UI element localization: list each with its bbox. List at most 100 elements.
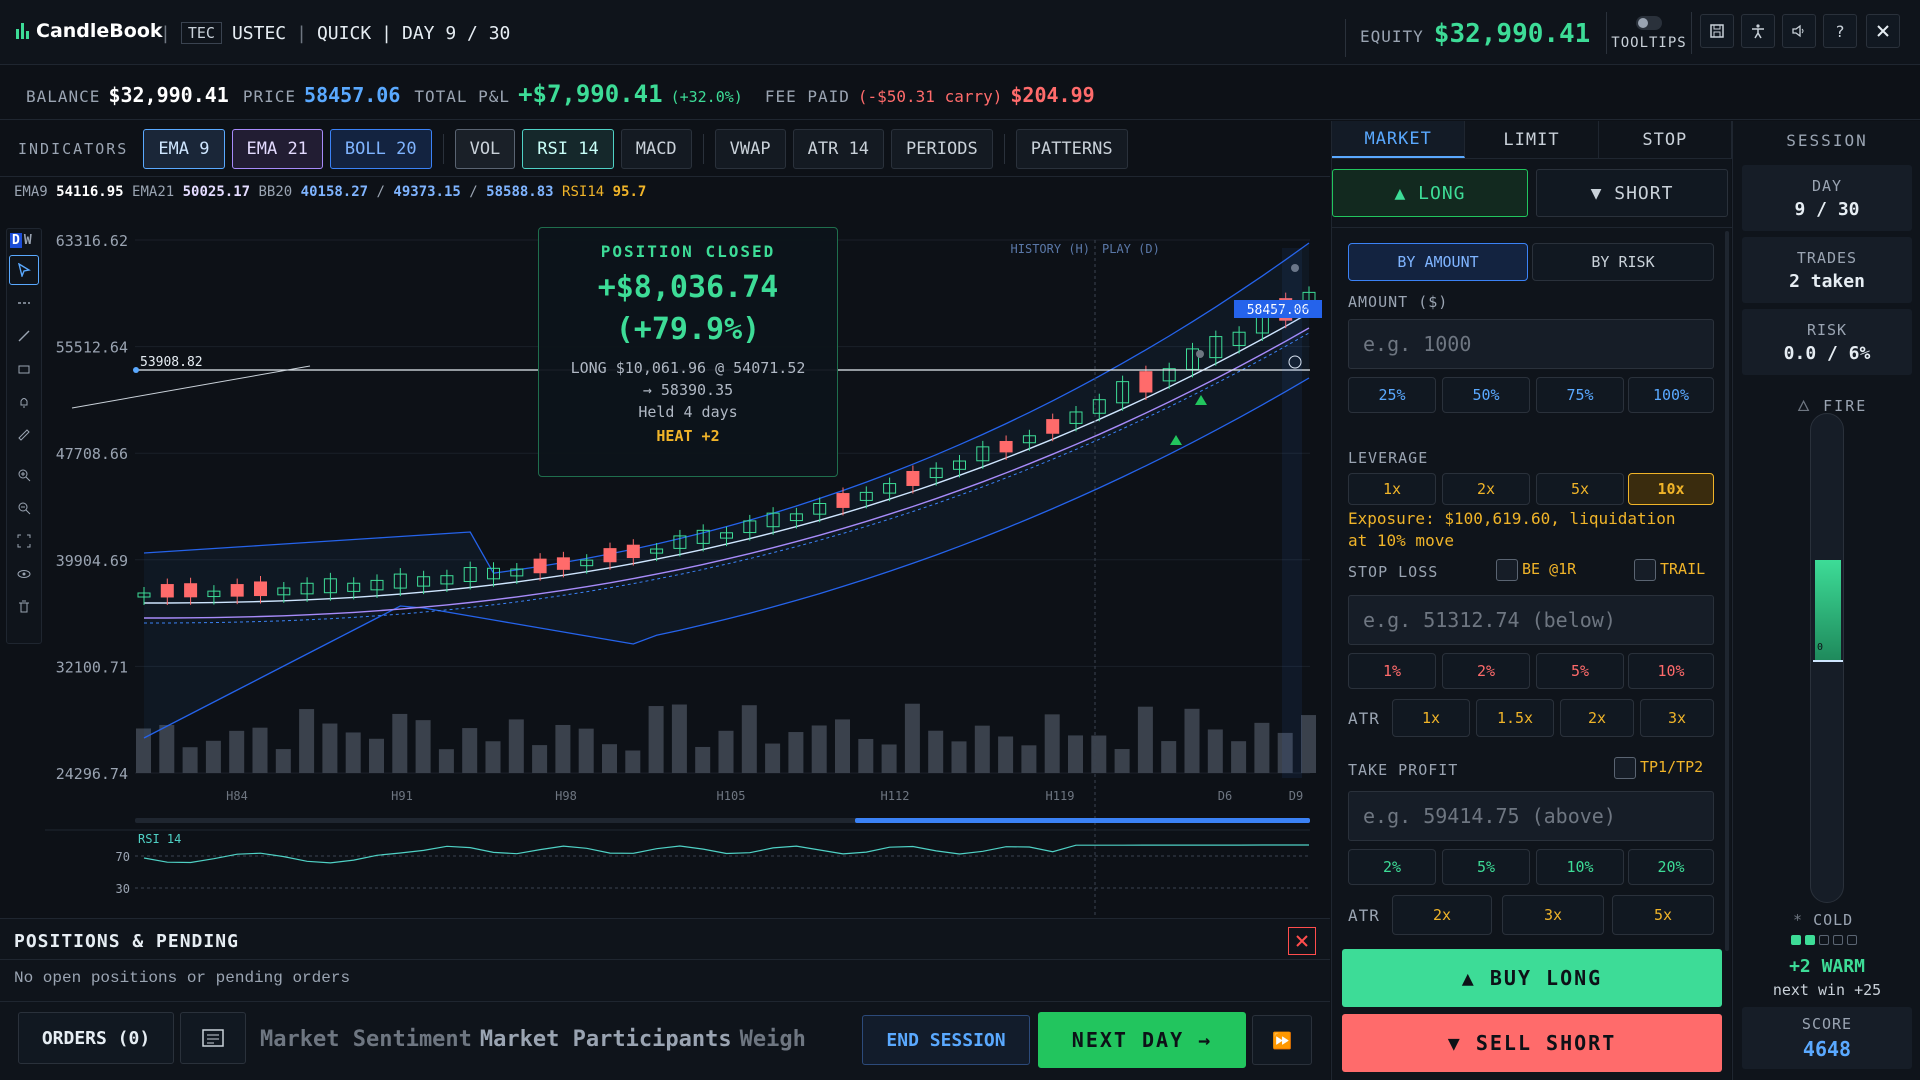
patterns-toggle[interactable]: PATTERNS [1015,128,1128,169]
by-risk-toggle[interactable]: BY RISK [1532,243,1714,281]
volume-bar [1207,729,1223,773]
take-profit-label: TAKE PROFIT [1348,761,1459,779]
sound-icon [1792,24,1804,38]
stop-loss-input[interactable]: e.g. 51312.74 (below) [1348,595,1714,645]
short-side-button[interactable]: ▼ SHORT [1536,169,1728,217]
tp-atr-3x-chip[interactable]: 3x [1502,895,1604,935]
end-session-button[interactable]: END SESSION [862,1015,1030,1065]
rectangle-tool[interactable] [9,354,39,384]
hline-tool[interactable] [9,288,39,318]
account-stats-bar: BALANCE $32,990.41 PRICE 58457.06 TOTAL … [0,66,1920,120]
stop-10-chip[interactable]: 10% [1628,653,1714,689]
ema9-toggle[interactable]: EMA 9 [143,128,225,169]
tp-2-chip[interactable]: 2% [1348,849,1436,885]
vol-toggle[interactable]: VOL [454,128,516,169]
candle-body [230,584,244,597]
tp-20-chip[interactable]: 20% [1628,849,1714,885]
close-button[interactable] [1866,14,1900,48]
cursor-tool[interactable] [9,255,39,285]
next-day-button[interactable]: NEXT DAY → [1038,1012,1246,1068]
be-checkbox[interactable] [1496,559,1518,581]
amount-25-chip[interactable]: 25% [1348,377,1436,413]
rsi-toggle[interactable]: RSI 14 [522,128,614,169]
save-button[interactable] [1700,14,1734,48]
journal-button[interactable] [180,1012,246,1064]
leverage-5x-chip[interactable]: 5x [1536,473,1624,505]
zoom-in-tool[interactable] [9,460,39,490]
amount-50-chip[interactable]: 50% [1442,377,1530,413]
orders-button[interactable]: ORDERS (0) [18,1012,174,1064]
trendline-tool[interactable] [9,321,39,351]
stop-atr-15x-chip[interactable]: 1.5x [1476,699,1554,737]
x-axis-tick: D9 [1289,789,1303,803]
trail-checkbox[interactable] [1634,559,1656,581]
close-positions-button[interactable] [1288,927,1316,955]
stop-2-chip[interactable]: 2% [1442,653,1530,689]
volume-bar [485,741,501,773]
tp1tp2-checkbox[interactable] [1614,757,1636,779]
tab-stop[interactable]: STOP [1599,121,1732,158]
amount-75-chip[interactable]: 75% [1536,377,1624,413]
fit-tool[interactable] [9,526,39,556]
amount-100-chip[interactable]: 100% [1628,377,1714,413]
rsi-label: RSI14 [562,184,605,200]
tp-atr-2x-chip[interactable]: 2x [1392,895,1492,935]
bb-label: BB20 [258,184,293,200]
fast-forward-button[interactable]: ⏩ [1252,1015,1312,1065]
alert-tool[interactable] [9,387,39,417]
daily-button[interactable]: D [10,233,22,248]
leverage-2x-chip[interactable]: 2x [1442,473,1530,505]
ema21-toggle[interactable]: EMA 21 [231,128,323,169]
tab-limit[interactable]: LIMIT [1465,121,1599,158]
tp-atr-5x-chip[interactable]: 5x [1612,895,1714,935]
sell-short-button[interactable]: ▼ SELL SHORT [1342,1014,1722,1072]
zoom-out-tool[interactable] [9,493,39,523]
volume-bar [392,713,408,773]
closed-title: POSITION CLOSED [600,242,776,261]
boll-toggle[interactable]: BOLL 20 [329,128,432,169]
tp-5-chip[interactable]: 5% [1442,849,1530,885]
stop-5-chip[interactable]: 5% [1536,653,1624,689]
buy-long-button[interactable]: ▲ BUY LONG [1342,949,1722,1007]
stop-1-chip[interactable]: 1% [1348,653,1436,689]
pnl-percent: (+32.0%) [670,88,743,106]
accessibility-button[interactable] [1741,14,1775,48]
by-amount-toggle[interactable]: BY AMOUNT [1348,243,1528,281]
ruler-icon [18,429,30,441]
tab-market[interactable]: MARKET [1332,121,1466,158]
stop-atr-1x-chip[interactable]: 1x [1392,699,1470,737]
next-win-bonus: next win +25 [1772,981,1882,999]
vwap-toggle[interactable]: VWAP [714,128,786,169]
atr-toggle[interactable]: ATR 14 [792,128,885,169]
volume-bar [1254,722,1270,773]
stop-atr-3x-chip[interactable]: 3x [1640,699,1714,737]
macd-toggle[interactable]: MACD [620,128,692,169]
periods-toggle[interactable]: PERIODS [891,128,993,169]
cursor-icon [18,263,31,277]
panel-scrollbar[interactable] [1725,231,1729,951]
ruler-tool[interactable] [9,420,39,450]
streak-dot [1833,935,1843,945]
closed-pnl: +$8,036.74 [597,270,779,305]
zoom-in-icon [18,469,31,482]
weekly-button[interactable]: W [24,233,32,248]
leverage-10x-chip[interactable]: 10x [1628,473,1714,505]
app-logo[interactable]: CandleBook [16,20,163,42]
long-side-button[interactable]: ▲ LONG [1332,169,1528,217]
day-label: DAY 9 / 30 [402,22,511,44]
toggle-switch[interactable] [1636,16,1662,30]
leverage-1x-chip[interactable]: 1x [1348,473,1436,505]
stop-atr-2x-chip[interactable]: 2x [1560,699,1634,737]
help-button[interactable]: ? [1823,14,1857,48]
risk-card: RISK 0.0 / 6% [1742,309,1912,375]
amount-input[interactable]: e.g. 1000 [1348,319,1714,369]
tooltips-toggle[interactable]: TOOLTIPS [1606,12,1692,54]
streak-dot [1819,935,1829,945]
tp-10-chip[interactable]: 10% [1536,849,1624,885]
trades-card-label: TRADES [1796,249,1858,267]
streak-dots [1791,935,1857,945]
sound-button[interactable] [1782,14,1816,48]
delete-tool[interactable] [9,592,39,622]
visibility-tool[interactable] [9,559,39,589]
take-profit-input[interactable]: e.g. 59414.75 (above) [1348,791,1714,841]
